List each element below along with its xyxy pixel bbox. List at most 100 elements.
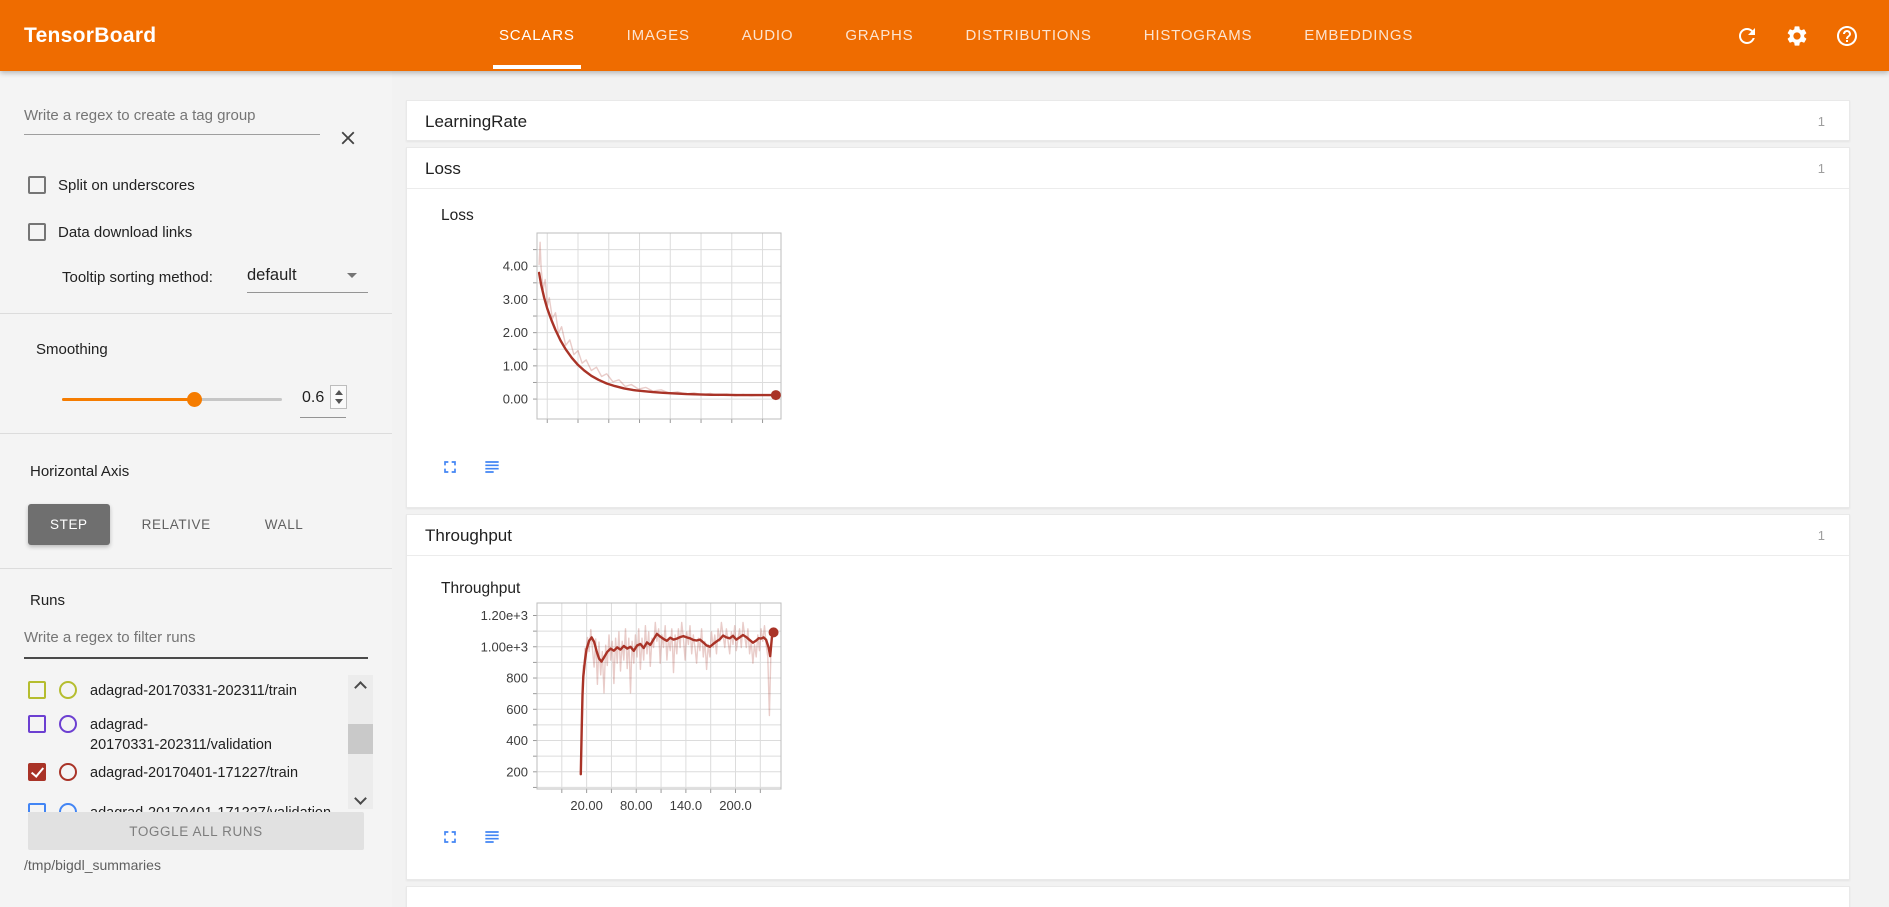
tooltip-sort-label: Tooltip sorting method: <box>62 269 213 286</box>
throughput-chart[interactable]: 200 400 600 800 1.00e+3 1.20e+3 20.00 80.00 140.… <box>437 599 787 815</box>
chart-title: Throughput <box>441 580 520 598</box>
split-underscores-checkbox[interactable] <box>28 176 46 194</box>
tab-embeddings[interactable]: EMBEDDINGS <box>1304 0 1413 71</box>
run-item: adagrad-20170401-171227/train <box>28 763 348 783</box>
tooltip-sort-dropdown[interactable]: default <box>247 266 297 285</box>
run-name: adagrad- 20170331-202311/validation <box>90 715 272 755</box>
tab-audio[interactable]: AUDIO <box>742 0 794 71</box>
step-up-icon[interactable] <box>335 390 343 395</box>
wall-button[interactable]: WALL <box>243 504 326 545</box>
section-count-badge: 1 <box>1818 101 1825 142</box>
svg-text:3.00: 3.00 <box>503 292 528 307</box>
help-icon[interactable] <box>1835 24 1859 48</box>
tensorboard-app: TensorBoard SCALARS IMAGES AUDIO GRAPHS DIST… <box>0 0 1889 907</box>
runs-scrollbar[interactable] <box>348 675 373 809</box>
tab-histograms[interactable]: HISTOGRAMS <box>1144 0 1253 71</box>
step-button[interactable]: STEP <box>28 504 110 545</box>
section-header[interactable]: LearningRate 1 <box>407 101 1849 142</box>
run-checkbox[interactable] <box>28 763 46 781</box>
checkbox-label: Data download links <box>58 224 192 241</box>
close-icon[interactable] <box>337 127 359 149</box>
flatten-icon[interactable] <box>482 457 502 477</box>
chart-actions <box>440 827 502 847</box>
svg-text:200: 200 <box>506 764 528 779</box>
log-directory: /tmp/bigdl_summaries <box>24 857 161 873</box>
run-radio[interactable] <box>59 763 77 781</box>
app-header: TensorBoard SCALARS IMAGES AUDIO GRAPHS DIST… <box>0 0 1889 71</box>
chart-title: Loss <box>441 207 474 225</box>
data-download-checkbox[interactable] <box>28 223 46 241</box>
horizontal-axis-buttons: STEP RELATIVE WALL <box>28 504 325 545</box>
section-throughput: Throughput 1 Throughput 200 400 600 800 1.00… <box>406 514 1850 880</box>
runs-filter-input[interactable] <box>24 629 368 646</box>
smoothing-label: Smoothing <box>36 341 108 358</box>
smoothing-slider-thumb[interactable] <box>187 392 202 407</box>
runs-list: adagrad-20170331-202311/train adagrad- 20… <box>0 663 348 812</box>
app-title: TensorBoard <box>24 0 156 71</box>
relative-button[interactable]: RELATIVE <box>120 504 233 545</box>
loss-chart[interactable]: 0.001.002.003.004.00 <box>437 229 787 425</box>
section-title: Throughput <box>425 515 512 556</box>
svg-text:600: 600 <box>506 702 528 717</box>
refresh-icon[interactable] <box>1735 24 1759 48</box>
checkbox-label: Split on underscores <box>58 177 195 194</box>
run-radio[interactable] <box>59 681 77 699</box>
toggle-all-runs-button[interactable]: TOGGLE ALL RUNS <box>28 812 364 850</box>
tab-scalars[interactable]: SCALARS <box>499 0 575 71</box>
tab-distributions[interactable]: DISTRIBUTIONS <box>965 0 1091 71</box>
chevron-down-icon[interactable] <box>340 263 364 287</box>
run-checkbox[interactable] <box>28 803 46 812</box>
run-checkbox[interactable] <box>28 715 46 733</box>
section-header[interactable]: Loss 1 <box>407 148 1849 189</box>
run-item: adagrad-20170401-171227/validation <box>28 803 348 812</box>
option-row: Data download links <box>28 223 192 241</box>
fullscreen-icon[interactable] <box>440 827 460 847</box>
scrollbar-thumb[interactable] <box>348 724 373 754</box>
section-learningrate: LearningRate 1 <box>406 100 1850 141</box>
svg-text:1.00e+3: 1.00e+3 <box>481 639 528 654</box>
horizontal-axis-label: Horizontal Axis <box>30 463 129 480</box>
section-title: Loss <box>425 148 461 189</box>
svg-text:400: 400 <box>506 733 528 748</box>
svg-text:1.20e+3: 1.20e+3 <box>481 608 528 623</box>
option-row: Split on underscores <box>28 176 195 194</box>
section-header[interactable]: Throughput 1 <box>407 515 1849 556</box>
run-item: adagrad-20170331-202311/train <box>28 681 348 701</box>
flatten-icon[interactable] <box>482 827 502 847</box>
divider <box>0 568 392 569</box>
divider <box>24 134 320 135</box>
divider <box>24 657 368 659</box>
tab-graphs[interactable]: GRAPHS <box>845 0 913 71</box>
section-count-badge: 1 <box>1818 148 1825 189</box>
scroll-up-icon[interactable] <box>354 681 367 694</box>
section-loss: Loss 1 Loss 0.001.002.003.004.00 <box>406 147 1850 508</box>
tag-filter-input[interactable] <box>24 107 320 124</box>
svg-text:140.0: 140.0 <box>670 798 703 813</box>
divider <box>247 292 368 293</box>
step-down-icon[interactable] <box>335 399 343 404</box>
scroll-down-icon[interactable] <box>354 792 367 805</box>
run-name: adagrad-20170401-171227/validation <box>90 803 331 812</box>
header-actions <box>1735 0 1859 71</box>
svg-text:1.00: 1.00 <box>503 358 528 373</box>
section-count-badge: 1 <box>1818 515 1825 556</box>
run-radio[interactable] <box>59 803 77 812</box>
smoothing-value[interactable]: 0.6 <box>302 389 324 407</box>
run-checkbox[interactable] <box>28 681 46 699</box>
divider <box>0 313 392 314</box>
settings-icon[interactable] <box>1785 24 1809 48</box>
fullscreen-icon[interactable] <box>440 457 460 477</box>
svg-text:800: 800 <box>506 671 528 686</box>
tab-images[interactable]: IMAGES <box>627 0 690 71</box>
smoothing-stepper[interactable] <box>330 385 347 409</box>
run-item: adagrad- 20170331-202311/validation <box>28 715 348 755</box>
svg-text:200.0: 200.0 <box>719 798 752 813</box>
svg-text:80.00: 80.00 <box>620 798 653 813</box>
svg-text:20.00: 20.00 <box>570 798 603 813</box>
run-name: adagrad-20170401-171227/train <box>90 763 298 783</box>
dashboard-content: LearningRate 1 Loss 1 Loss 0.001.002.003… <box>406 71 1850 907</box>
run-name: adagrad-20170331-202311/train <box>90 681 297 701</box>
run-radio[interactable] <box>59 715 77 733</box>
divider <box>0 433 392 434</box>
section-title: LearningRate <box>425 101 527 142</box>
